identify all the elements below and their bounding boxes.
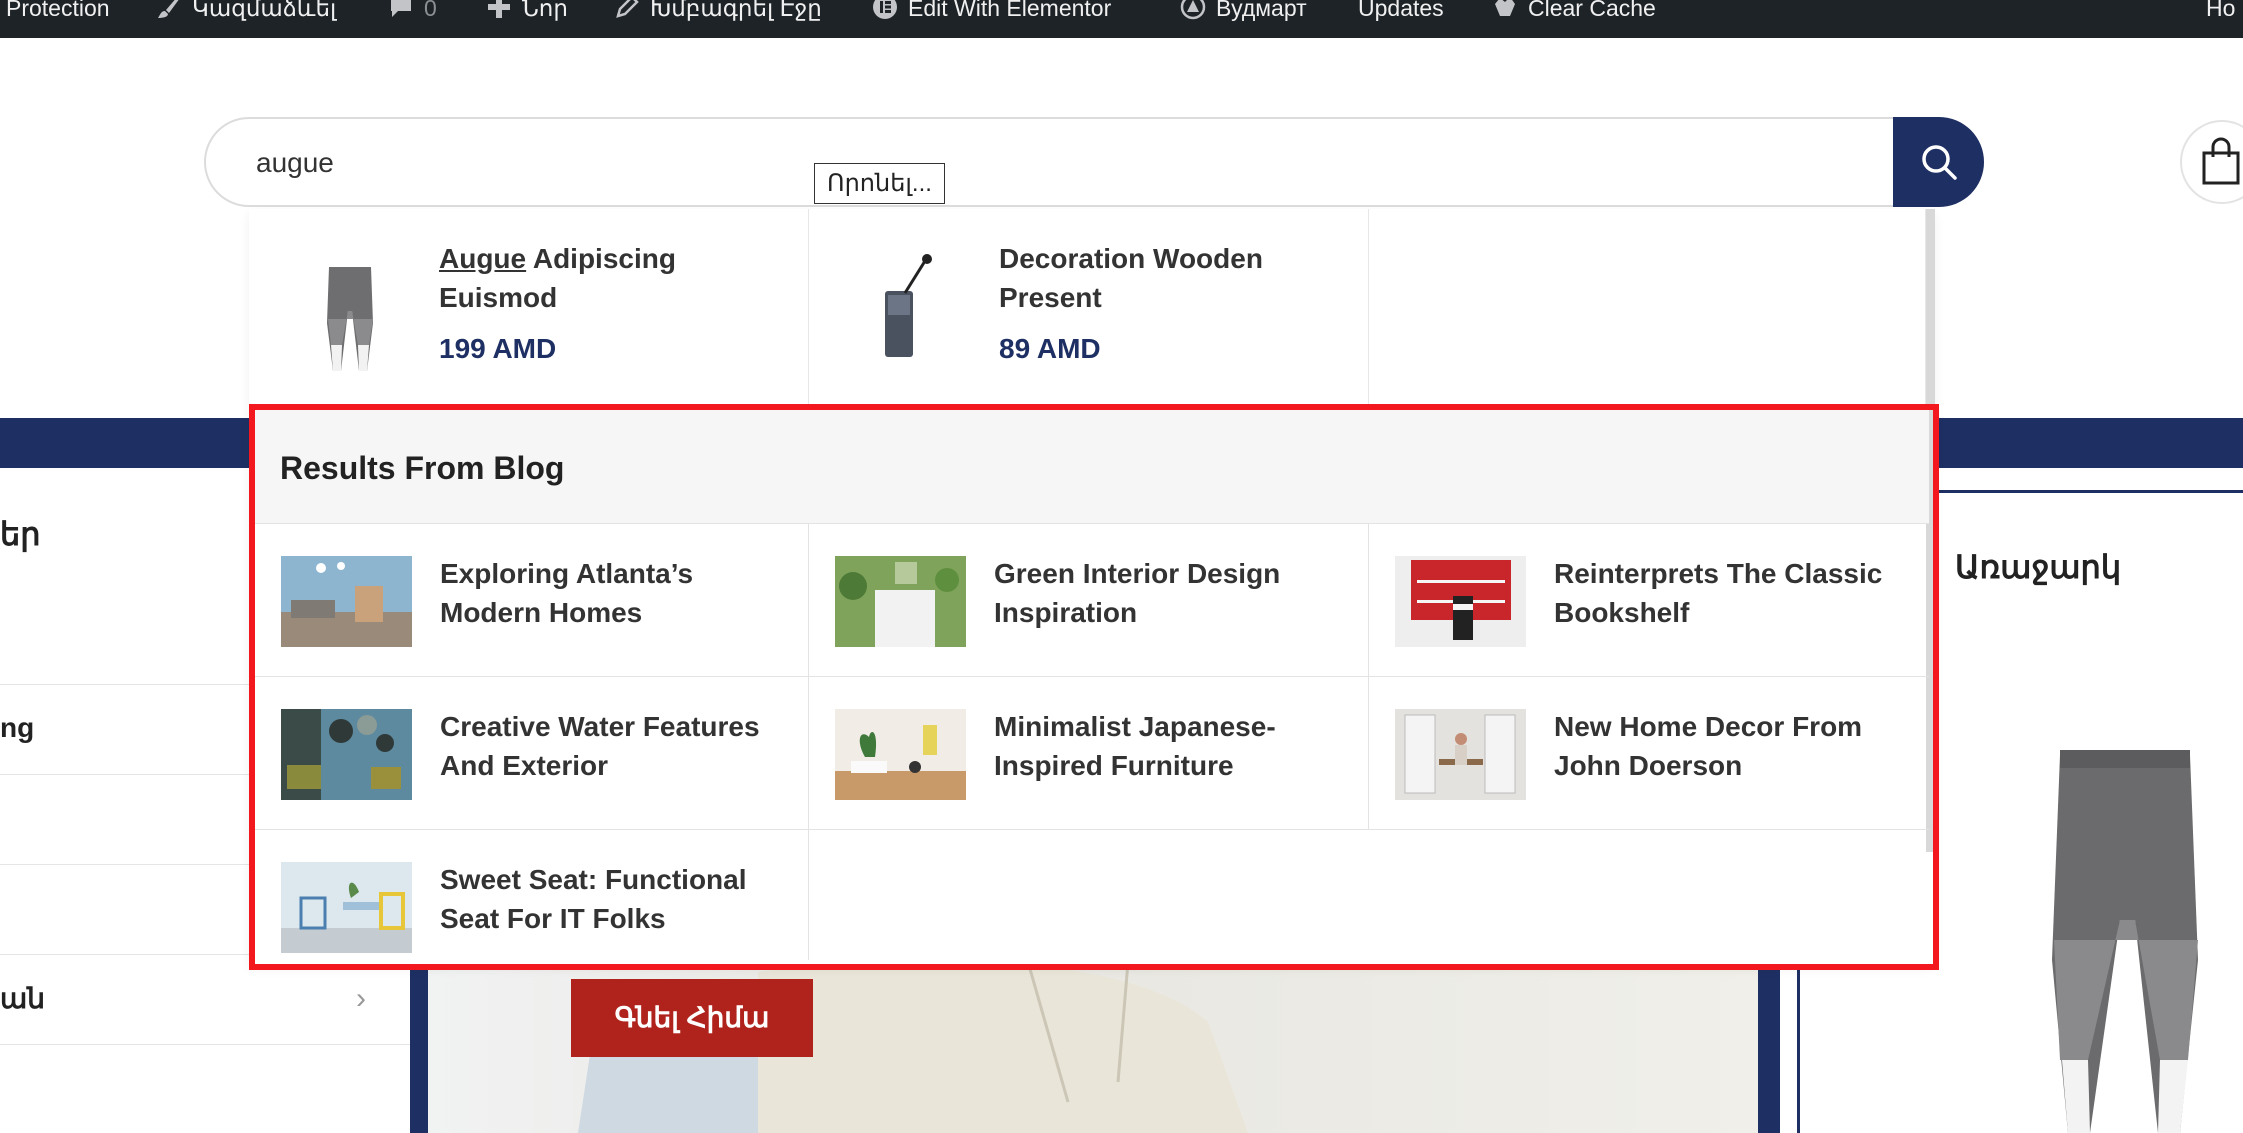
blog-post-title[interactable]: New Home Decor From John Doerson xyxy=(1554,707,1914,785)
product-title[interactable]: Decoration Wooden Present xyxy=(999,239,1339,317)
blog-result[interactable]: Reinterprets The Classic Bookshelf xyxy=(1369,524,1929,677)
product-thumbnail xyxy=(885,254,932,357)
pencil-icon xyxy=(616,0,639,18)
blog-post-title[interactable]: Creative Water Features And Exterior xyxy=(440,707,800,785)
product-result[interactable]: Augue Adipiscing Euismod 199 AMD xyxy=(249,209,809,421)
blog-result[interactable]: Sweet Seat: Functional Seat For IT Folks xyxy=(255,830,809,960)
blog-thumbnail xyxy=(835,556,966,647)
blog-post-title[interactable]: Green Interior Design Inspiration xyxy=(994,554,1354,632)
search-icon xyxy=(1921,145,1957,180)
shop-now-button[interactable]: Գնել Հիմա xyxy=(571,979,813,1057)
chevron-right-icon: › xyxy=(356,982,366,1015)
search-bar xyxy=(204,117,1984,207)
cache-icon xyxy=(1495,0,1515,16)
shopping-bag-icon xyxy=(2202,137,2240,185)
blog-result[interactable]: New Home Decor From John Doerson xyxy=(1369,677,1929,830)
category-item[interactable]: ng xyxy=(0,712,34,744)
blog-result[interactable]: Minimalist Japanese-Inspired Furniture xyxy=(809,677,1369,830)
wp-admin-bar: Protection Կազմաձևել 0 Նոր Խմբագրել Էջը … xyxy=(0,0,2243,38)
blog-thumbnail xyxy=(281,862,412,953)
blog-post-title[interactable]: Reinterprets The Classic Bookshelf xyxy=(1554,554,1914,632)
blog-thumbnail xyxy=(835,709,966,800)
adminbar-updates[interactable]: Updates xyxy=(1358,0,1444,38)
blog-thumbnail xyxy=(1395,709,1526,800)
blog-result[interactable]: Creative Water Features And Exterior xyxy=(255,677,809,830)
leggings-product-image xyxy=(2052,750,2198,1133)
adminbar-comments[interactable]: 0 xyxy=(388,0,437,38)
offer-title: Առաջարկ xyxy=(1955,549,2122,585)
brush-icon xyxy=(158,0,179,18)
blog-results-title: Results From Blog xyxy=(280,450,565,486)
blog-result[interactable]: Exploring Atlanta’s Modern Homes xyxy=(255,524,809,677)
comment-icon xyxy=(391,0,411,17)
blog-thumbnail xyxy=(281,556,412,647)
adminbar-howdy[interactable]: Ho xyxy=(2206,0,2235,38)
adminbar-woodmart[interactable]: Вудмарт xyxy=(1180,0,1307,38)
woodmart-icon xyxy=(1180,0,1206,20)
blog-result[interactable]: Green Interior Design Inspiration xyxy=(809,524,1369,677)
product-price: 89 AMD xyxy=(999,333,1101,364)
blog-thumbnail xyxy=(1395,556,1526,647)
blog-thumbnail xyxy=(281,709,412,800)
product-price: 199 AMD xyxy=(439,333,557,364)
elementor-icon xyxy=(873,0,897,19)
cart-button[interactable] xyxy=(2180,120,2243,204)
adminbar-new[interactable]: Նոր xyxy=(486,0,568,38)
adminbar-protection[interactable]: Protection xyxy=(6,0,110,38)
adminbar-clear-cache[interactable]: Clear Cache xyxy=(1492,0,1656,38)
product-thumbnail xyxy=(327,267,373,371)
adminbar-customize[interactable]: Կազմաձևել xyxy=(156,0,336,38)
categories-title: եր xyxy=(0,516,41,552)
blog-post-title[interactable]: Minimalist Japanese-Inspired Furniture xyxy=(994,707,1354,785)
blog-post-title[interactable]: Exploring Atlanta’s Modern Homes xyxy=(440,554,800,632)
category-item[interactable]: ան xyxy=(0,982,45,1015)
blog-post-title[interactable]: Sweet Seat: Functional Seat For IT Folks xyxy=(440,860,800,938)
blog-results-header: Results From Blog xyxy=(255,410,1929,524)
product-result[interactable]: Decoration Wooden Present 89 AMD xyxy=(809,209,1369,421)
adminbar-elementor[interactable]: Edit With Elementor xyxy=(872,0,1111,38)
product-title[interactable]: Augue Adipiscing Euismod xyxy=(439,239,779,317)
adminbar-edit-page[interactable]: Խմբագրել Էջը xyxy=(614,0,822,38)
plus-icon xyxy=(488,0,510,18)
category-divider xyxy=(0,1044,410,1045)
product-result-empty xyxy=(1369,209,1926,421)
search-tooltip: Որոնել... xyxy=(814,163,945,204)
search-button[interactable] xyxy=(1893,117,1984,207)
